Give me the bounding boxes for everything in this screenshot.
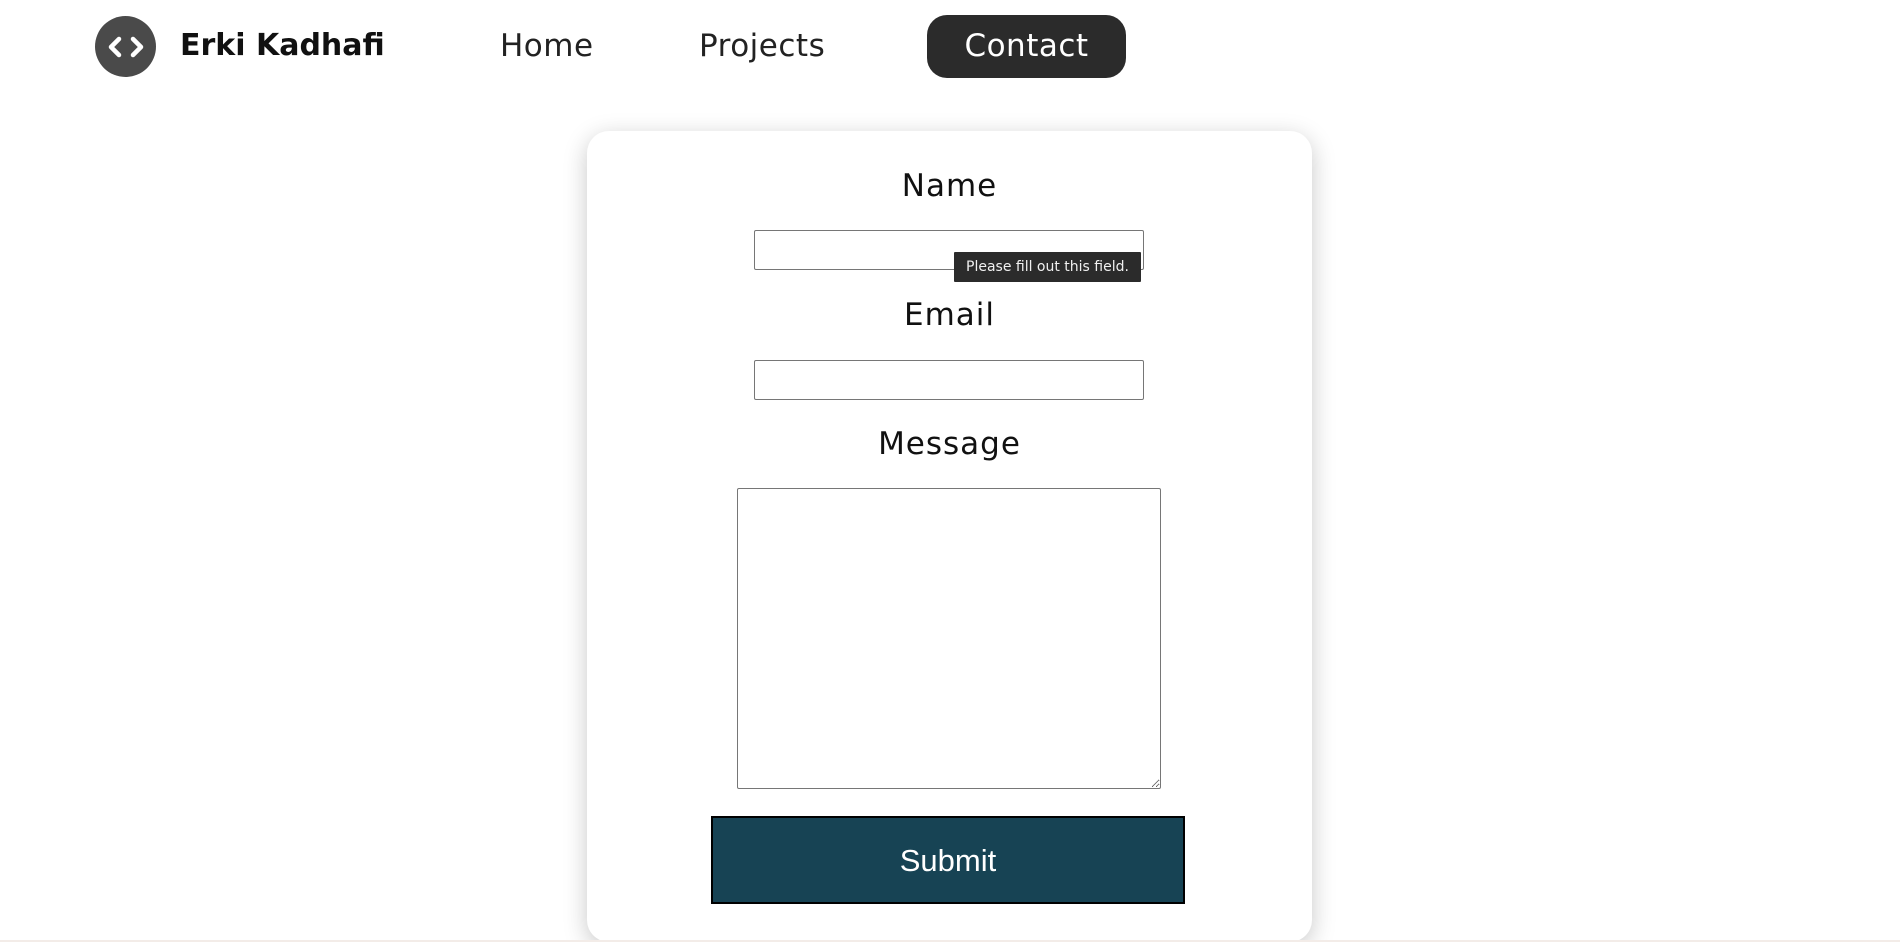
code-brackets-icon — [108, 36, 143, 57]
nav-home-link[interactable]: Home — [500, 24, 594, 68]
message-label: Message — [878, 426, 1021, 462]
nav-projects-link[interactable]: Projects — [699, 24, 825, 68]
email-label: Email — [903, 297, 995, 333]
brand-name[interactable]: Erki Kadhafi — [180, 24, 385, 68]
submit-button[interactable]: Submit — [711, 816, 1185, 904]
logo[interactable] — [95, 16, 156, 77]
contact-form-card: Name Email Message Submit — [587, 131, 1312, 942]
nav-contact-button[interactable]: Contact — [927, 15, 1126, 78]
message-textarea[interactable] — [737, 488, 1161, 789]
name-label: Name — [901, 168, 998, 204]
email-input[interactable] — [754, 360, 1144, 400]
validation-tooltip: Please fill out this field. — [954, 252, 1141, 282]
page: Erki Kadhafi Home Projects Contact Name … — [0, 0, 1900, 942]
